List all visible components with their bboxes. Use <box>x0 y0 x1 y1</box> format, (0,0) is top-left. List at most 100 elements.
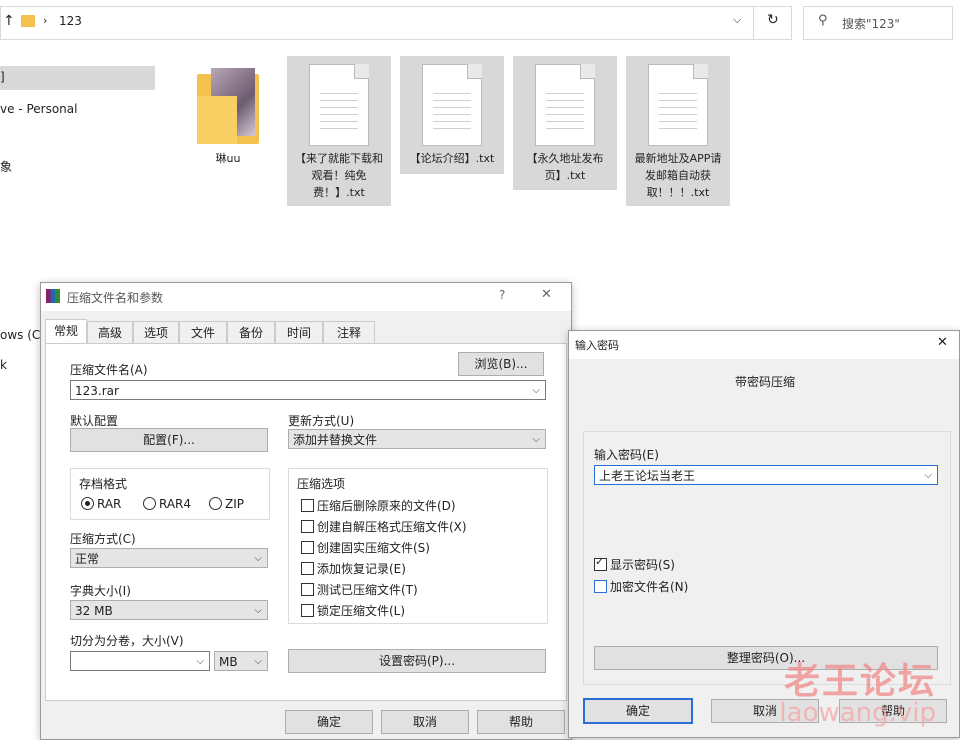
radio-selected-icon <box>81 497 94 510</box>
watermark-en: laowang.vip <box>779 698 936 728</box>
compression-method-label: 压缩方式(C) <box>70 532 136 546</box>
profiles-button[interactable]: 配置(F)... <box>70 428 268 452</box>
option-label: 创建自解压格式压缩文件(X) <box>317 520 467 534</box>
search-icon: ⚲ <box>818 13 828 28</box>
archive-options-label: 压缩选项 <box>297 477 346 491</box>
chevron-down-icon[interactable]: ⌵ <box>532 381 540 401</box>
show-password-checkbox[interactable]: 显示密码(S) <box>594 555 675 573</box>
archive-format-group: 存档格式 RAR RAR4 ZIP <box>70 468 270 520</box>
checkbox-label: 加密文件名(N) <box>610 580 689 594</box>
folder-icon <box>21 15 35 27</box>
refresh-icon[interactable]: ↻ <box>767 12 779 28</box>
file-name: 琳uu <box>215 152 241 165</box>
option-label: 创建固实压缩文件(S) <box>317 541 430 555</box>
file-item-txt[interactable]: 【论坛介绍】.txt <box>400 56 504 174</box>
password-input[interactable]: 上老王论坛当老王 ⌵ <box>594 465 938 485</box>
chevron-down-icon: ⌵ <box>532 434 540 445</box>
option-recovery[interactable]: 添加恢复记录(E) <box>301 560 406 577</box>
file-item-txt[interactable]: 最新地址及APP请发邮箱自动获取！！！.txt <box>626 56 730 206</box>
chevron-down-icon[interactable]: ⌵ <box>733 13 741 27</box>
search-box[interactable]: ⚲ 搜索"123" <box>803 6 953 40</box>
help-icon[interactable]: ? <box>499 288 505 302</box>
option-label: 添加恢复记录(E) <box>317 562 406 576</box>
nav-item-k[interactable]: k <box>0 358 7 372</box>
radio-rar4[interactable]: RAR4 <box>143 497 191 511</box>
text-file-icon <box>309 64 369 146</box>
encrypt-filenames-checkbox[interactable]: 加密文件名(N) <box>594 578 688 595</box>
tab-files[interactable]: 文件 <box>179 321 227 344</box>
compression-method-select[interactable]: 正常 ⌵ <box>70 548 268 568</box>
close-icon[interactable]: ✕ <box>541 287 552 302</box>
file-name: 最新地址及APP请发邮箱自动获取！！！.txt <box>634 152 722 199</box>
address-bar[interactable]: ↑ › 123 ⌵ ↻ <box>0 6 792 40</box>
chevron-down-icon[interactable]: ⌵ <box>196 652 204 672</box>
help-button[interactable]: 帮助 <box>477 710 565 734</box>
option-lock[interactable]: 锁定压缩文件(L) <box>301 602 405 619</box>
password-heading: 带密码压缩 <box>735 375 796 389</box>
split-unit-value: MB <box>219 655 238 669</box>
chevron-down-icon[interactable]: ⌵ <box>924 466 932 486</box>
close-icon[interactable]: ✕ <box>937 335 948 350</box>
option-label: 锁定压缩文件(L) <box>317 604 406 618</box>
archive-dialog: 压缩文件名和参数 ? ✕ 常规 高级 选项 文件 备份 时间 注释 压缩文件名(… <box>40 282 572 740</box>
radio-label: ZIP <box>225 497 244 511</box>
option-label: 测试已压缩文件(T) <box>317 583 418 597</box>
option-test[interactable]: 测试已压缩文件(T) <box>301 581 418 598</box>
password-dialog-titlebar[interactable]: 输入密码 ✕ <box>569 331 959 359</box>
password-label: 输入密码(E) <box>594 448 659 462</box>
tab-advanced[interactable]: 高级 <box>87 321 133 344</box>
nav-item[interactable]: ] <box>0 70 5 84</box>
tab-strip: 常规 高级 选项 文件 备份 时间 注释 <box>45 319 385 345</box>
tab-time[interactable]: 时间 <box>275 321 323 344</box>
divider <box>753 7 754 39</box>
password-ok-button[interactable]: 确定 <box>583 698 693 724</box>
checkbox-icon <box>301 541 314 554</box>
chevron-down-icon: ⌵ <box>254 553 262 564</box>
dialog-title: 输入密码 <box>575 339 619 352</box>
set-password-button[interactable]: 设置密码(P)... <box>288 649 546 673</box>
split-unit-select[interactable]: MB ⌵ <box>214 651 268 671</box>
search-input[interactable]: 搜索"123" <box>842 15 900 32</box>
chevron-down-icon: ⌵ <box>254 656 262 667</box>
dictionary-size-value: 32 MB <box>75 604 113 618</box>
option-sfx[interactable]: 创建自解压格式压缩文件(X) <box>301 518 467 535</box>
radio-zip[interactable]: ZIP <box>209 497 244 511</box>
split-volume-label: 切分为分卷，大小(V) <box>70 634 184 648</box>
nav-item-objects[interactable]: 象 <box>0 158 12 175</box>
file-name: 【来了就能下载和观看！纯免费！】.txt <box>295 152 383 199</box>
archive-name-label: 压缩文件名(A) <box>70 363 148 377</box>
dictionary-size-select[interactable]: 32 MB ⌵ <box>70 600 268 620</box>
option-delete-after[interactable]: 压缩后删除原来的文件(D) <box>301 497 456 514</box>
ok-button[interactable]: 确定 <box>285 710 373 734</box>
tab-general[interactable]: 常规 <box>45 319 87 344</box>
password-group: 输入密码(E) 上老王论坛当老王 ⌵ 显示密码(S) 加密文件名(N) 整理密码… <box>583 431 951 685</box>
split-volume-input[interactable]: ⌵ <box>70 651 210 671</box>
checkbox-icon <box>594 580 607 593</box>
nav-selected-item[interactable] <box>0 66 155 90</box>
file-item-txt[interactable]: 【永久地址发布页】.txt <box>513 56 617 190</box>
archive-options-group: 压缩选项 压缩后删除原来的文件(D) 创建自解压格式压缩文件(X) 创建固实压缩… <box>288 468 548 624</box>
cancel-button[interactable]: 取消 <box>381 710 469 734</box>
archive-name-input[interactable]: 123.rar ⌵ <box>70 380 546 400</box>
text-file-icon <box>648 64 708 146</box>
nav-item-onedrive[interactable]: ve - Personal <box>0 102 77 116</box>
tab-backup[interactable]: 备份 <box>227 321 275 344</box>
checkbox-icon <box>301 562 314 575</box>
up-arrow-icon[interactable]: ↑ <box>3 13 15 29</box>
archive-dialog-titlebar[interactable]: 压缩文件名和参数 ? ✕ <box>41 283 571 311</box>
tab-comment[interactable]: 注释 <box>323 321 375 344</box>
radio-label: RAR4 <box>159 497 192 511</box>
breadcrumb-folder[interactable]: 123 <box>59 14 82 28</box>
file-item-folder[interactable]: 琳uu <box>178 58 278 166</box>
breadcrumb-separator-icon: › <box>43 14 48 27</box>
radio-rar[interactable]: RAR <box>81 497 121 511</box>
dictionary-size-label: 字典大小(I) <box>70 584 131 598</box>
file-item-txt[interactable]: 【来了就能下载和观看！纯免费！】.txt <box>287 56 391 206</box>
password-value: 上老王论坛当老王 <box>599 469 696 483</box>
browse-button[interactable]: 浏览(B)... <box>458 352 544 376</box>
tab-options[interactable]: 选项 <box>133 321 179 344</box>
text-file-icon <box>535 64 595 146</box>
update-mode-select[interactable]: 添加并替换文件 ⌵ <box>288 429 546 449</box>
compression-method-value: 正常 <box>75 552 100 566</box>
option-solid[interactable]: 创建固实压缩文件(S) <box>301 539 430 556</box>
